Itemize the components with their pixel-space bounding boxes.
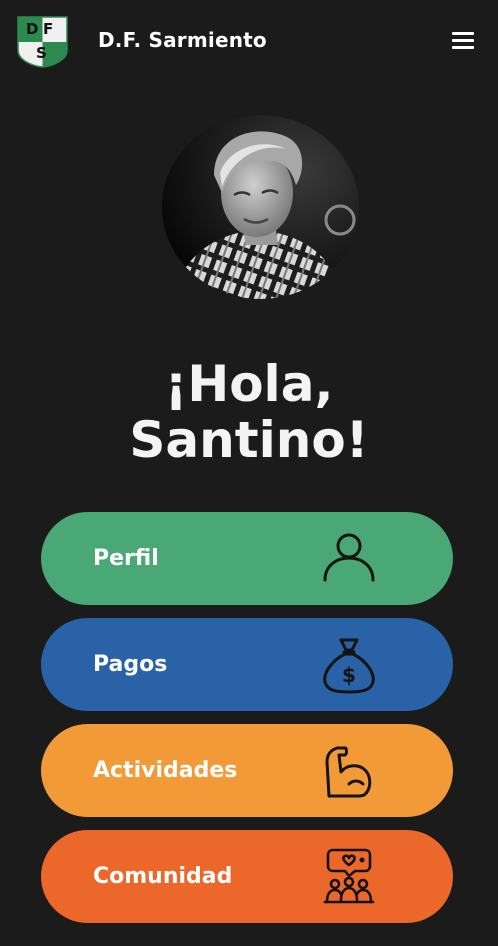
greeting-line-1: ¡Hola, [164, 355, 334, 413]
money-bag-icon: $ [319, 636, 379, 694]
greeting-line-2: Santino! [129, 411, 369, 469]
logo-letter-f: F [43, 20, 53, 38]
user-icon [319, 530, 379, 588]
shield-logo-icon: D F S [17, 16, 68, 68]
comunidad-label: Comunidad [93, 864, 233, 889]
profile-photo [162, 115, 359, 299]
brand-name: D.F. Sarmiento [98, 28, 267, 52]
perfil-label: Perfil [93, 546, 159, 571]
greeting-heading: ¡Hola, Santino! [0, 356, 498, 468]
svg-text:$: $ [342, 663, 356, 687]
pagos-label: Pagos [93, 652, 168, 677]
logo-letter-s: S [36, 44, 47, 62]
logo-letter-d: D [26, 20, 38, 38]
app-header: D F S D.F. Sarmiento [0, 0, 498, 84]
perfil-button[interactable]: Perfil [41, 512, 453, 605]
profile-avatar [162, 115, 359, 299]
actividades-button[interactable]: Actividades [41, 724, 453, 817]
hamburger-menu-icon[interactable] [452, 30, 480, 52]
club-logo[interactable]: D F S [17, 16, 68, 68]
actividades-label: Actividades [93, 758, 238, 783]
community-icon [319, 848, 379, 906]
muscle-arm-icon [319, 742, 379, 800]
comunidad-button[interactable]: Comunidad [41, 830, 453, 923]
pagos-button[interactable]: Pagos $ [41, 618, 453, 711]
